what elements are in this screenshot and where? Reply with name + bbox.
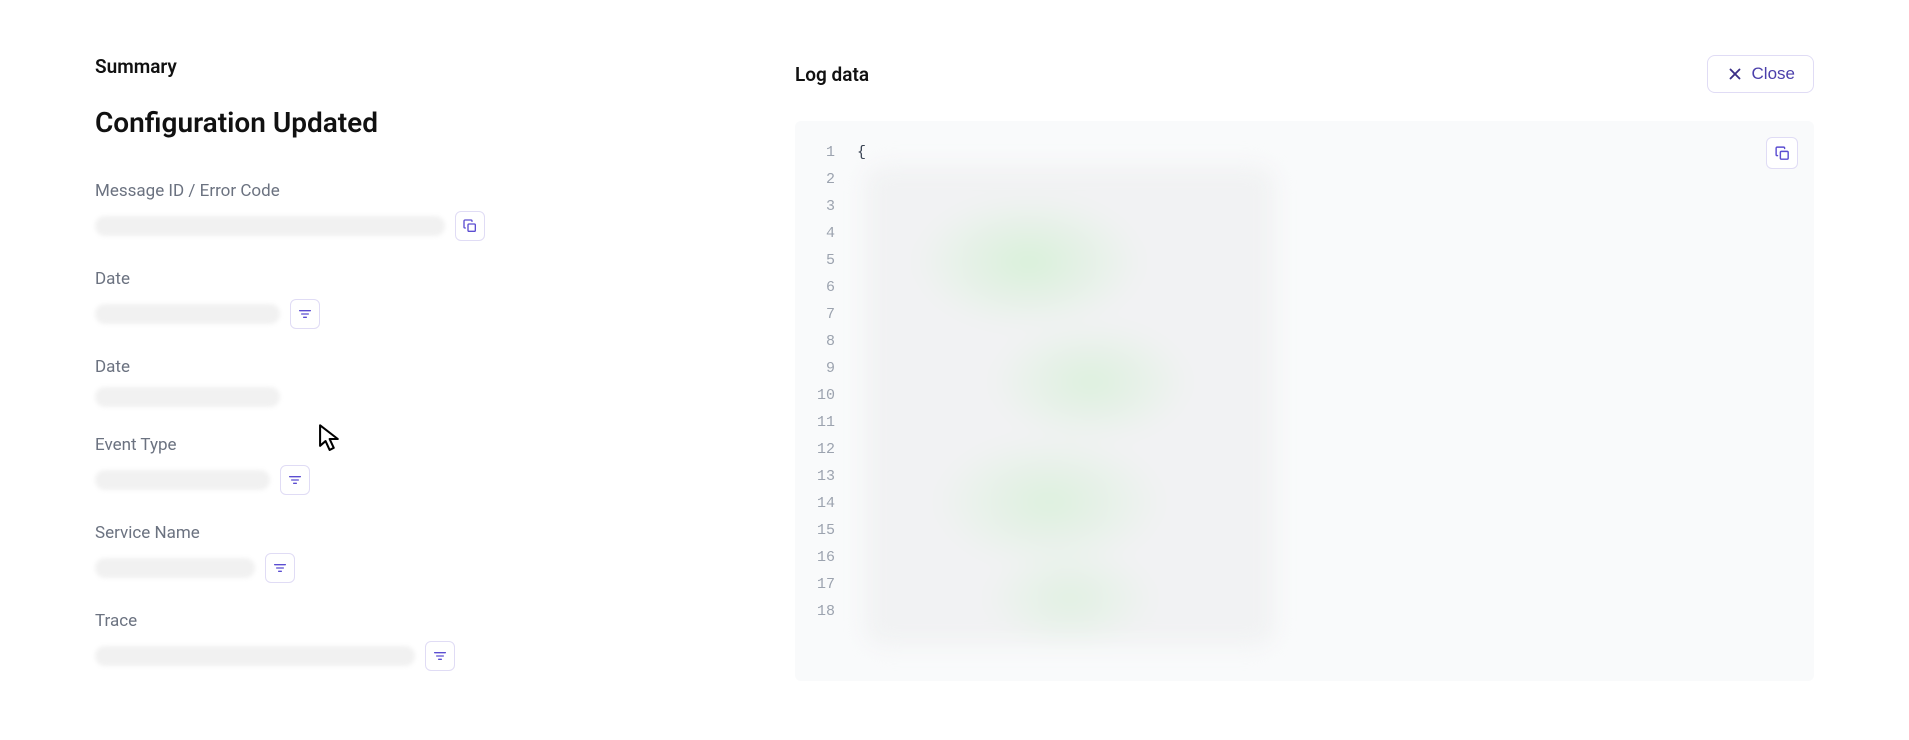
line-number: 13 [795,463,845,490]
line-number: 15 [795,517,845,544]
line-number: 18 [795,598,845,625]
line-number: 10 [795,382,845,409]
field-service-name: Service Name [95,523,755,583]
field-value-event-type [95,470,270,490]
line-number: 8 [795,328,845,355]
field-label-trace: Trace [95,611,755,631]
field-message-id: Message ID / Error Code [95,181,755,241]
field-label-date-2: Date [95,357,755,377]
line-number: 11 [795,409,845,436]
line-number: 1 [795,139,845,166]
filter-icon [432,648,448,664]
line-number: 2 [795,166,845,193]
summary-header: Summary [95,55,755,78]
line-number: 17 [795,571,845,598]
close-icon [1726,65,1744,83]
filter-icon [297,306,313,322]
field-value-date-1 [95,304,280,324]
field-event-type: Event Type [95,435,755,495]
field-value-trace [95,646,415,666]
filter-service-name-button[interactable] [265,553,295,583]
field-value-service-name [95,558,255,578]
code-content: { [857,139,866,166]
close-button[interactable]: Close [1707,55,1814,93]
field-label-event-type: Event Type [95,435,755,455]
filter-trace-button[interactable] [425,641,455,671]
line-number: 5 [795,247,845,274]
filter-event-type-button[interactable] [280,465,310,495]
close-button-label: Close [1752,64,1795,84]
logdata-header: Log data [795,63,869,86]
field-value-message-id [95,216,445,236]
line-number: 3 [795,193,845,220]
filter-date-1-button[interactable] [290,299,320,329]
field-label-date-1: Date [95,269,755,289]
summary-panel: Summary Configuration Updated Message ID… [95,55,795,740]
filter-icon [272,560,288,576]
copy-code-button[interactable] [1766,137,1798,169]
code-area: 123456789101112131415161718 { [795,121,1814,681]
line-number: 4 [795,220,845,247]
code-blur-content [865,166,1275,646]
field-value-date-2 [95,387,280,407]
code-gutter: 123456789101112131415161718 [795,139,845,625]
line-number: 9 [795,355,845,382]
code-line-1: { [857,139,866,166]
line-number: 14 [795,490,845,517]
field-date-1: Date [95,269,755,329]
field-label-service-name: Service Name [95,523,755,543]
copy-icon [1774,145,1791,162]
field-label-message-id: Message ID / Error Code [95,181,755,201]
field-trace: Trace [95,611,755,671]
logdata-panel: Log data Close 1234567891011121314151617… [795,55,1814,740]
field-date-2: Date [95,357,755,407]
line-number: 7 [795,301,845,328]
filter-icon [287,472,303,488]
line-number: 6 [795,274,845,301]
copy-icon [462,218,478,234]
line-number: 16 [795,544,845,571]
page-title: Configuration Updated [95,106,755,139]
line-number: 12 [795,436,845,463]
copy-message-id-button[interactable] [455,211,485,241]
